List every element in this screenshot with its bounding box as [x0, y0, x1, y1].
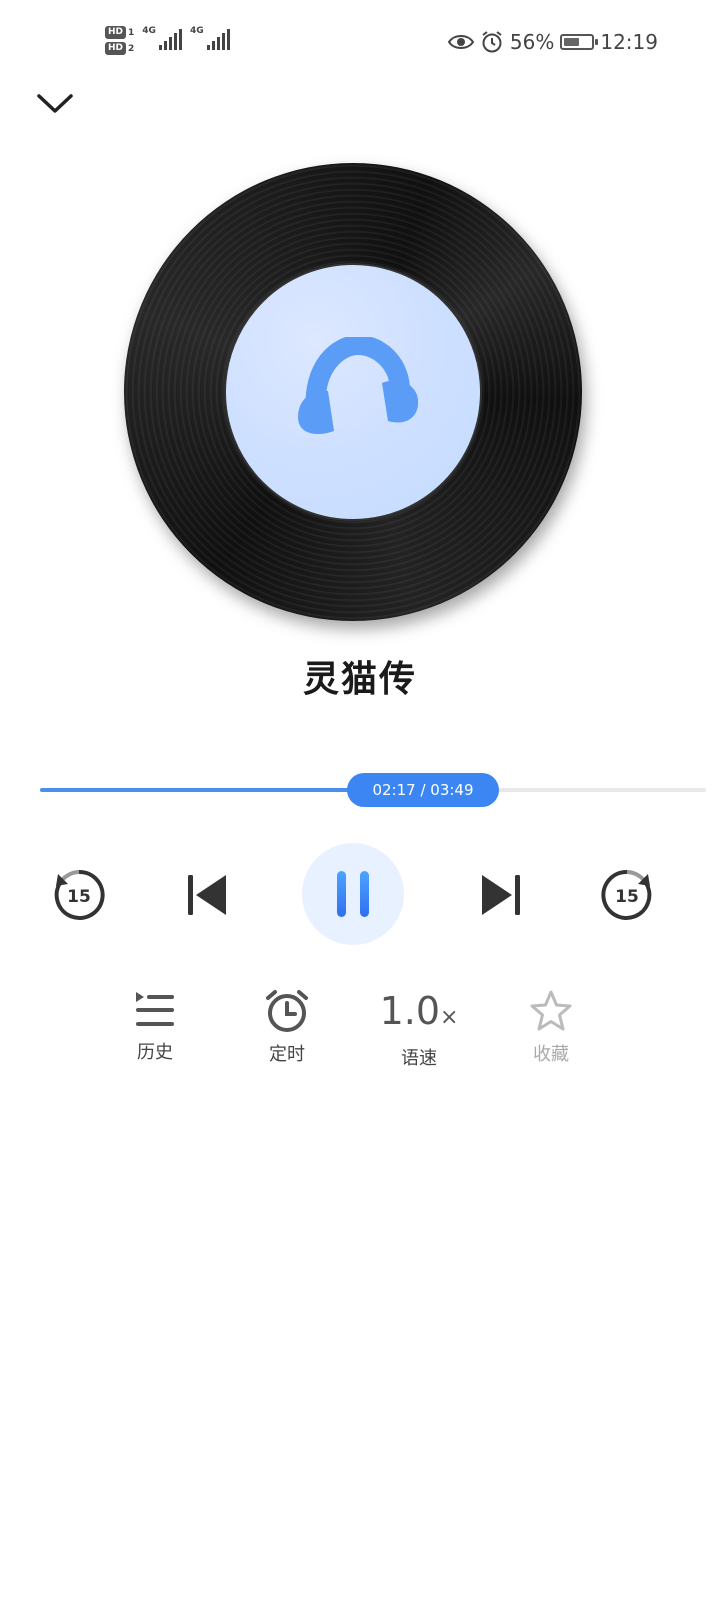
- hd-badge-1: HD 1: [105, 26, 134, 39]
- album-disc: [124, 163, 582, 621]
- forward-15-button[interactable]: 15: [598, 866, 656, 924]
- status-right: 56% 12:19: [447, 30, 658, 54]
- network-type: 4G: [189, 26, 204, 36]
- network-type: 4G: [142, 26, 156, 36]
- rewind-15-icon: 15: [54, 869, 105, 920]
- playlist-icon: [136, 992, 174, 1026]
- sim-slot: 1: [128, 27, 135, 38]
- signal-group: HD 1 HD 2 4G 4G: [105, 26, 230, 55]
- favorite-button[interactable]: 收藏: [506, 988, 596, 1066]
- forward-15-icon: 15: [601, 869, 652, 920]
- speed-label: 语速: [401, 1048, 437, 1069]
- forward-seconds: 15: [615, 887, 639, 907]
- pause-button[interactable]: [302, 843, 404, 945]
- pause-icon: [337, 871, 369, 917]
- history-label: 历史: [137, 1042, 173, 1063]
- star-icon: [530, 990, 572, 1031]
- battery-percent: 56%: [509, 30, 555, 54]
- rewind-seconds: 15: [67, 887, 91, 907]
- hd-text: HD: [105, 42, 127, 55]
- timer-button[interactable]: 定时: [242, 988, 332, 1066]
- eye-icon: [447, 35, 474, 49]
- speed-suffix: ×: [440, 1005, 459, 1030]
- battery-icon: [560, 34, 599, 50]
- skip-next-icon: [482, 875, 520, 915]
- next-button[interactable]: [476, 870, 526, 920]
- hd-text: HD: [105, 26, 127, 39]
- status-bar: HD 1 HD 2 4G 4G 56% 12:19: [0, 0, 720, 90]
- signal-icon-1: 4G: [142, 26, 182, 50]
- chevron-down-icon: [37, 94, 73, 113]
- collapse-button[interactable]: [32, 84, 78, 124]
- favorite-label: 收藏: [533, 1044, 569, 1065]
- sim-slot: 2: [128, 43, 135, 54]
- hd-badge-2: HD 2: [105, 42, 134, 55]
- track-title: 灵猫传: [302, 659, 417, 700]
- timer-label: 定时: [269, 1044, 305, 1065]
- speed-value: 1.0×: [380, 985, 459, 1044]
- headphone-icon: [298, 337, 418, 435]
- previous-button[interactable]: [182, 870, 232, 920]
- speed-number: 1.0: [379, 989, 440, 1033]
- disc-label: [224, 263, 482, 521]
- history-button[interactable]: 历史: [110, 988, 200, 1064]
- speed-button[interactable]: 1.0× 语速: [374, 985, 464, 1070]
- hd-indicators: HD 1 HD 2: [105, 26, 134, 55]
- rewind-15-button[interactable]: 15: [50, 866, 108, 924]
- skip-previous-icon: [188, 875, 226, 915]
- progress-thumb[interactable]: 02:17 / 03:49: [347, 773, 499, 807]
- clock: 12:19: [600, 30, 658, 54]
- signal-icon-2: 4G: [190, 26, 230, 50]
- alarm-icon: [482, 31, 502, 53]
- alarm-clock-icon: [266, 990, 308, 1032]
